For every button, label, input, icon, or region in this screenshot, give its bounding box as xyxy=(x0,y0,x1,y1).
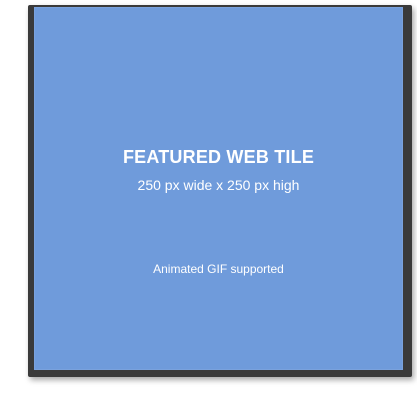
tile-dimensions: 250 px wide x 250 px high xyxy=(137,177,300,193)
tile-title: FEATURED WEB TILE xyxy=(122,147,315,167)
featured-web-tile[interactable]: FEATURED WEB TILE 250 px wide x 250 px h… xyxy=(34,7,403,370)
tile-content: FEATURED WEB TILE 250 px wide x 250 px h… xyxy=(34,7,403,370)
tile-note: Animated GIF supported xyxy=(153,262,284,276)
